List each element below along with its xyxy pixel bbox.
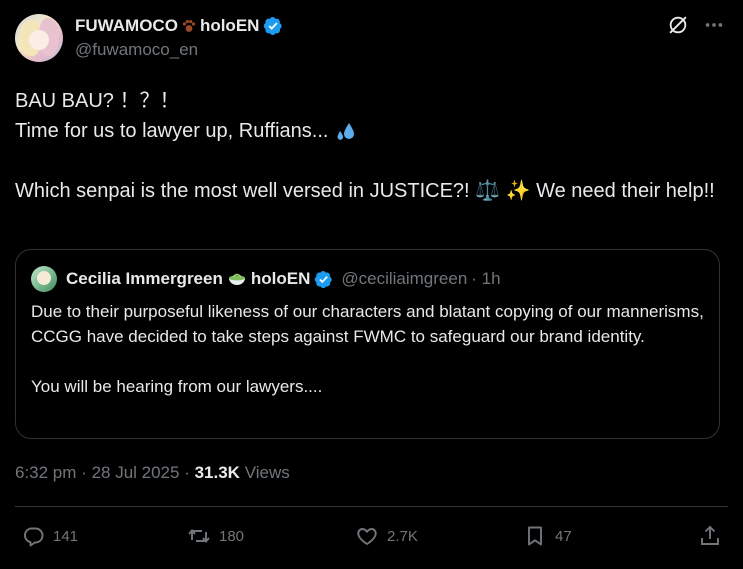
quoted-handle[interactable]: @ceciliaimgreen bbox=[341, 269, 467, 289]
reply-icon bbox=[24, 527, 44, 547]
author-display-name[interactable]: FUWAMOCO bbox=[75, 16, 178, 36]
quoted-paragraph: Due to their purposeful likeness of our … bbox=[31, 302, 704, 346]
tweet-text: BAU BAU? ！？！ Time for us to lawyer up, R… bbox=[15, 86, 730, 206]
tweet-top-actions bbox=[667, 14, 725, 36]
paw-icon bbox=[182, 20, 196, 32]
grok-icon[interactable] bbox=[667, 14, 689, 36]
separator: · bbox=[81, 463, 92, 482]
quoted-author-avatar[interactable] bbox=[31, 266, 57, 292]
author-name-row[interactable]: FUWAMOCO holoEN bbox=[75, 14, 283, 38]
quoted-tweet-card[interactable]: Cecilia Immergreen holoEN @ceciliaimgree… bbox=[15, 249, 720, 439]
avatar-art bbox=[29, 30, 49, 50]
tweet-line: BAU BAU? ！？！ bbox=[15, 90, 180, 112]
more-icon[interactable] bbox=[703, 14, 725, 36]
author-avatar[interactable] bbox=[15, 14, 63, 62]
repost-icon bbox=[188, 529, 210, 543]
quoted-text: Due to their purposeful likeness of our … bbox=[31, 299, 706, 399]
share-button[interactable] bbox=[698, 524, 722, 548]
tweet-line-with-emoji: Time for us to lawyer up, Ruffians... bbox=[15, 116, 730, 146]
verified-badge-icon bbox=[315, 270, 333, 288]
divider bbox=[15, 506, 728, 507]
author-handle[interactable]: @fuwamoco_en bbox=[75, 40, 198, 60]
share-icon bbox=[701, 525, 719, 545]
tweet-line: Which senpai is the most well versed in … bbox=[15, 180, 715, 202]
sweat-droplets-icon bbox=[337, 122, 355, 140]
reply-button[interactable]: 141 bbox=[21, 524, 78, 548]
matcha-icon bbox=[228, 273, 245, 285]
bookmark-icon bbox=[528, 526, 542, 546]
tweet-line: Time for us to lawyer up, Ruffians... bbox=[15, 120, 329, 142]
views-count: 31.3K bbox=[194, 463, 240, 482]
like-button[interactable]: 2.7K bbox=[355, 524, 418, 548]
heart-icon bbox=[357, 528, 377, 545]
quoted-name-suffix[interactable]: holoEN bbox=[251, 269, 311, 289]
bookmark-count: 47 bbox=[555, 527, 572, 545]
tweet-time[interactable]: 6:32 pm bbox=[15, 463, 76, 482]
action-bar: 141 180 2.7K 47 bbox=[15, 524, 728, 554]
author-name-suffix[interactable]: holoEN bbox=[200, 16, 260, 36]
tweet-meta: 6:32 pm · 28 Jul 2025 · 31.3K Views bbox=[15, 463, 290, 483]
quoted-paragraph: You will be hearing from our lawyers.... bbox=[31, 377, 323, 396]
bookmark-button[interactable]: 47 bbox=[523, 524, 572, 548]
like-count: 2.7K bbox=[387, 527, 418, 545]
separator: · bbox=[184, 463, 195, 482]
tweet-date[interactable]: 28 Jul 2025 bbox=[92, 463, 180, 482]
quoted-time[interactable]: · 1h bbox=[471, 269, 500, 289]
reply-count: 141 bbox=[53, 527, 79, 545]
views-label: Views bbox=[244, 463, 290, 482]
quoted-display-name[interactable]: Cecilia Immergreen bbox=[66, 269, 223, 289]
repost-count: 180 bbox=[219, 527, 245, 545]
verified-badge-icon bbox=[264, 17, 283, 35]
quoted-author-row: Cecilia Immergreen holoEN @ceciliaimgree… bbox=[66, 266, 501, 292]
avatar-art bbox=[37, 271, 51, 285]
repost-button[interactable]: 180 bbox=[187, 524, 244, 548]
